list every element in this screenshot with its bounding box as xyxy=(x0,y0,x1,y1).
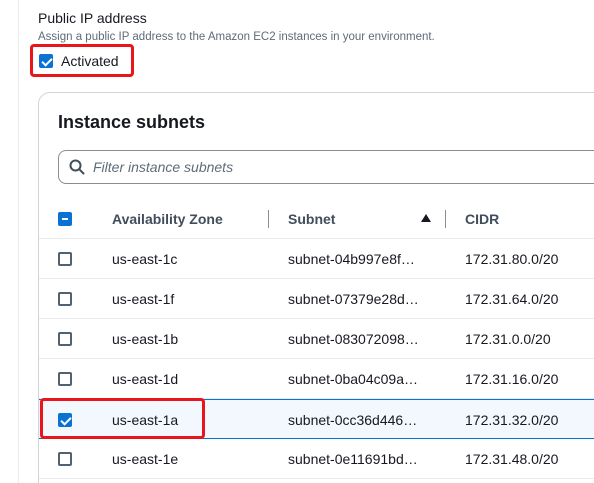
table-row[interactable]: us-east-1c subnet-04b997e8f… 172.31.80.0/2… xyxy=(39,239,594,279)
page: Public IP address Assign a public IP add… xyxy=(0,0,594,483)
row-checkbox[interactable] xyxy=(58,372,72,386)
column-availability-zone[interactable]: Availability Zone xyxy=(112,211,223,227)
column-divider xyxy=(268,210,269,228)
filter-subnets-placeholder: Filter instance subnets xyxy=(93,159,234,175)
row-availability-zone: us-east-1c xyxy=(112,251,178,267)
row-checkbox[interactable] xyxy=(58,252,72,266)
public-ip-label: Public IP address xyxy=(38,10,147,26)
row-cidr: 172.31.80.0/20 xyxy=(465,251,559,267)
activated-label: Activated xyxy=(61,52,119,69)
public-ip-description: Assign a public IP address to the Amazon… xyxy=(38,31,435,43)
row-checkbox[interactable] xyxy=(58,332,72,346)
row-cidr: 172.31.48.0/20 xyxy=(465,451,559,467)
activated-checkbox-field[interactable]: Activated xyxy=(30,44,134,77)
search-icon xyxy=(69,159,85,175)
row-subnet-id: subnet-0ba04c09a… xyxy=(288,371,418,387)
row-availability-zone: us-east-1d xyxy=(112,371,179,387)
row-availability-zone: us-east-1a xyxy=(112,412,179,428)
table-row[interactable]: us-east-1b subnet-083072098… 172.31.0.0/20 xyxy=(39,319,594,359)
row-cidr: 172.31.64.0/20 xyxy=(465,291,559,307)
table-row[interactable]: us-east-1e subnet-0e11691bd… 172.31.48.0/2… xyxy=(39,439,594,479)
row-availability-zone: us-east-1e xyxy=(112,451,179,467)
table-row[interactable]: us-east-1f subnet-07379e28d… 172.31.64.0/2… xyxy=(39,279,594,319)
row-subnet-id: subnet-0e11691bd… xyxy=(288,451,418,467)
row-cidr: 172.31.16.0/20 xyxy=(465,371,559,387)
column-divider xyxy=(445,210,446,228)
row-availability-zone: us-east-1f xyxy=(112,291,175,307)
row-cidr: 172.31.32.0/20 xyxy=(465,412,559,428)
row-subnet-id: subnet-0cc36d446… xyxy=(288,412,418,428)
column-subnet[interactable]: Subnet xyxy=(288,211,335,227)
filter-subnets-input[interactable]: Filter instance subnets xyxy=(58,150,594,184)
sort-ascending-icon[interactable] xyxy=(421,214,431,222)
row-subnet-id: subnet-07379e28d… xyxy=(288,291,419,307)
row-subnet-id: subnet-04b997e8f… xyxy=(288,251,415,267)
select-all-checkbox[interactable] xyxy=(58,212,72,226)
left-divider xyxy=(18,0,19,483)
row-availability-zone: us-east-1b xyxy=(112,331,179,347)
column-cidr[interactable]: CIDR xyxy=(465,211,499,227)
table-row[interactable]: us-east-1a subnet-0cc36d446… 172.31.32.0/2… xyxy=(39,399,594,439)
row-checkbox[interactable] xyxy=(58,452,72,466)
activated-checkbox[interactable] xyxy=(39,53,53,68)
row-checkbox[interactable] xyxy=(58,292,72,306)
row-subnet-id: subnet-083072098… xyxy=(288,331,419,347)
instance-subnets-title: Instance subnets xyxy=(58,112,206,132)
table-row[interactable]: us-east-1d subnet-0ba04c09a… 172.31.16.0/2… xyxy=(39,359,594,399)
table-header: Availability Zone Subnet CIDR xyxy=(39,199,594,239)
row-cidr: 172.31.0.0/20 xyxy=(465,331,551,347)
row-checkbox[interactable] xyxy=(58,413,72,427)
